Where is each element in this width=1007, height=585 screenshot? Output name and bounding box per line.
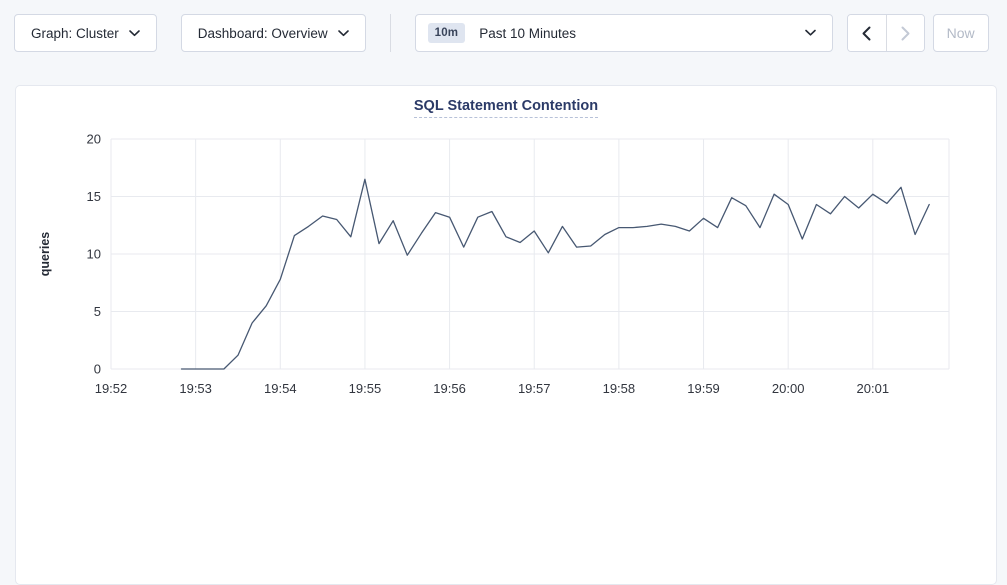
graph-dropdown-label: Graph: Cluster [31,26,119,41]
y-tick-label: 0 [94,362,101,377]
x-tick-label: 20:01 [857,381,890,396]
chart-gridlines [111,139,949,369]
now-button[interactable]: Now [933,14,989,52]
next-range-button[interactable] [886,15,924,51]
chevron-right-icon [901,26,910,41]
chevron-down-icon [129,30,140,37]
x-tick-label: 19:57 [518,381,551,396]
x-tick-label: 19:55 [349,381,382,396]
sql-statement-contention-chart: 0510152019:5219:5319:5419:5519:5619:5719… [16,86,996,431]
x-tick-label: 19:54 [264,381,297,396]
y-axis-tick-labels: 0 5 10 15 20 [87,132,101,377]
x-axis-tick-labels: 19:52 19:53 19:54 19:55 19:56 19:57 19:58 19:59… [95,381,889,396]
x-tick-label: 19:59 [687,381,720,396]
series-line [182,179,930,369]
chevron-left-icon [862,26,871,41]
time-range-badge: 10m [428,23,466,43]
x-tick-label: 19:56 [433,381,466,396]
x-tick-label: 20:00 [772,381,805,396]
dashboard-dropdown[interactable]: Dashboard: Overview [181,14,366,52]
x-tick-label: 19:52 [95,381,128,396]
chart-panel: SQL Statement Contention 0510152019:5219… [15,85,997,585]
y-axis-label: queries [38,232,52,277]
toolbar-divider [390,14,391,52]
metrics-page: { "toolbar": { "graph_dropdown": { "labe… [0,0,1007,432]
time-range-picker[interactable]: 10m Past 10 Minutes [415,14,833,52]
toolbar: Graph: Cluster Dashboard: Overview 10m P… [14,14,993,52]
x-tick-label: 19:53 [179,381,212,396]
x-tick-label: 19:58 [603,381,636,396]
y-tick-label: 10 [87,247,101,262]
time-range-label: Past 10 Minutes [479,26,576,41]
y-tick-label: 20 [87,132,101,147]
y-tick-label: 5 [94,304,101,319]
dashboard-dropdown-label: Dashboard: Overview [198,26,328,41]
prev-range-button[interactable] [848,15,886,51]
chevron-down-icon [338,30,349,37]
chevron-down-icon [805,30,816,37]
time-range-nav-group [847,14,925,52]
graph-dropdown[interactable]: Graph: Cluster [14,14,157,52]
y-tick-label: 15 [87,189,101,204]
